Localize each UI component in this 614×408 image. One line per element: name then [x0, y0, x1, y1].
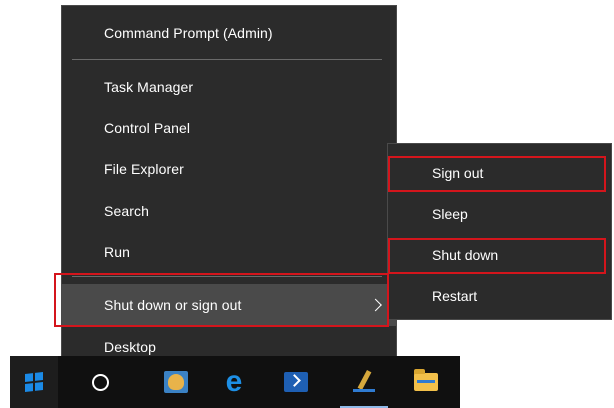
- menu-item-label: File Explorer: [104, 161, 184, 177]
- submenu-item-label: Sleep: [432, 206, 468, 222]
- chevron-right-icon: [369, 298, 382, 312]
- file-explorer-icon: [414, 369, 438, 391]
- menu-item-label: Task Manager: [104, 79, 194, 95]
- windows-start-icon: [25, 372, 43, 392]
- submenu-item-label: Sign out: [432, 165, 484, 181]
- edge-icon: e: [225, 365, 243, 398]
- menu-item-control-panel[interactable]: Control Panel: [62, 109, 396, 147]
- cortana-search-icon: [91, 373, 109, 391]
- submenu-item-sleep[interactable]: Sleep: [388, 196, 611, 232]
- menu-separator: [72, 276, 382, 277]
- menu-separator: [72, 59, 382, 60]
- file-explorer-button[interactable]: [402, 356, 450, 408]
- menu-item-label: Control Panel: [104, 120, 191, 136]
- submenu-item-label: Shut down: [432, 247, 499, 263]
- pen-app-button[interactable]: [340, 356, 388, 408]
- edge-button[interactable]: e: [210, 356, 258, 408]
- submenu-item-shut-down[interactable]: Shut down: [388, 237, 611, 273]
- submenu-item-restart[interactable]: Restart: [388, 278, 611, 314]
- powershell-icon: [284, 372, 308, 392]
- menu-item-label: Desktop: [104, 339, 157, 355]
- store-button[interactable]: [152, 356, 200, 408]
- menu-item-file-explorer[interactable]: File Explorer: [62, 150, 396, 188]
- menu-item-task-manager[interactable]: Task Manager: [62, 68, 396, 106]
- submenu-item-label: Restart: [432, 288, 478, 304]
- menu-item-label: Search: [104, 203, 149, 219]
- menu-item-search[interactable]: Search: [62, 192, 396, 230]
- menu-item-label: Command Prompt (Admin): [104, 25, 273, 41]
- screen: Command Prompt (Admin) Task Manager Cont…: [0, 0, 614, 408]
- menu-item-shut-down-or-sign-out[interactable]: Shut down or sign out: [62, 284, 396, 326]
- taskbar: e: [10, 356, 460, 408]
- powershell-button[interactable]: [272, 356, 320, 408]
- menu-item-run[interactable]: Run: [62, 233, 396, 271]
- start-button[interactable]: [10, 356, 58, 408]
- menu-item-label: Run: [104, 244, 130, 260]
- winx-context-menu: Command Prompt (Admin) Task Manager Cont…: [61, 5, 397, 375]
- cortana-button[interactable]: [76, 356, 124, 408]
- pen-app-icon: [351, 368, 377, 394]
- shutdown-submenu: Sign out Sleep Shut down Restart: [387, 143, 612, 320]
- menu-item-label: Shut down or sign out: [104, 297, 242, 313]
- submenu-item-sign-out[interactable]: Sign out: [388, 155, 611, 191]
- store-icon: [164, 371, 188, 393]
- menu-item-command-prompt-admin[interactable]: Command Prompt (Admin): [62, 14, 396, 52]
